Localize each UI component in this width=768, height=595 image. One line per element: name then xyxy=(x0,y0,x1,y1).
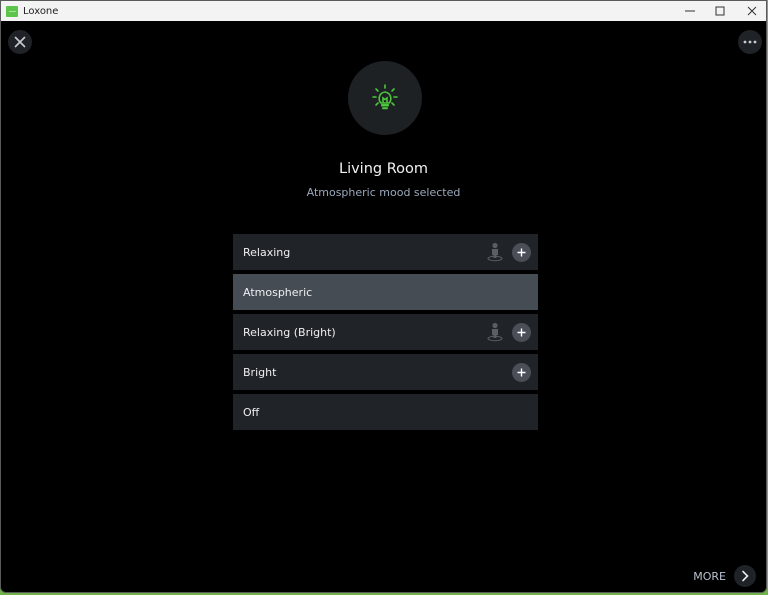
more-label: MORE xyxy=(693,569,726,583)
minimize-icon xyxy=(685,10,695,12)
mood-label: Relaxing (Bright) xyxy=(243,325,336,339)
window-title: Loxone xyxy=(23,5,59,17)
mood-item-relaxing-bright[interactable]: Relaxing (Bright) xyxy=(233,314,538,350)
maximize-button[interactable] xyxy=(704,1,736,21)
lightbulb-icon xyxy=(372,84,398,110)
loxone-logo-icon xyxy=(6,5,18,17)
more-button[interactable]: MORE xyxy=(693,565,756,587)
mood-label: Bright xyxy=(243,365,277,379)
mood-label: Relaxing xyxy=(243,245,291,259)
close-button[interactable] xyxy=(8,30,32,54)
close-icon xyxy=(14,36,26,48)
main-content: Living Room Atmospheric mood selected Re… xyxy=(1,21,766,592)
presence-person-icon[interactable] xyxy=(486,242,504,262)
add-button[interactable] xyxy=(512,363,531,382)
plus-icon xyxy=(517,328,526,337)
app-window: Loxone Living Room Atmospheric mood sele… xyxy=(0,0,767,593)
add-button[interactable] xyxy=(512,243,531,262)
close-window-icon xyxy=(747,6,757,16)
mood-status: Atmospheric mood selected xyxy=(306,186,461,199)
mood-label: Off xyxy=(243,405,260,419)
room-title: Living Room xyxy=(338,161,428,177)
mood-label: Atmospheric xyxy=(243,285,313,299)
mood-item-off[interactable]: Off xyxy=(233,394,538,430)
minimize-button[interactable] xyxy=(674,1,706,21)
mood-item-bright[interactable]: Bright xyxy=(233,354,538,390)
ellipsis-icon xyxy=(743,40,757,44)
plus-icon xyxy=(517,368,526,377)
more-options-button[interactable] xyxy=(738,30,762,54)
room-icon-badge xyxy=(348,61,422,135)
plus-icon xyxy=(517,248,526,257)
mood-list: Relaxing Atmospheric Relaxing (Bright) B… xyxy=(233,234,538,434)
mood-item-relaxing[interactable]: Relaxing xyxy=(233,234,538,270)
close-window-button[interactable] xyxy=(736,1,766,21)
presence-person-icon[interactable] xyxy=(486,322,504,342)
title-bar: Loxone xyxy=(1,1,766,21)
maximize-icon xyxy=(715,6,725,16)
chevron-right-icon xyxy=(742,570,749,582)
mood-item-atmospheric[interactable]: Atmospheric xyxy=(233,274,538,310)
add-button[interactable] xyxy=(512,323,531,342)
more-chevron-button[interactable] xyxy=(734,565,756,587)
